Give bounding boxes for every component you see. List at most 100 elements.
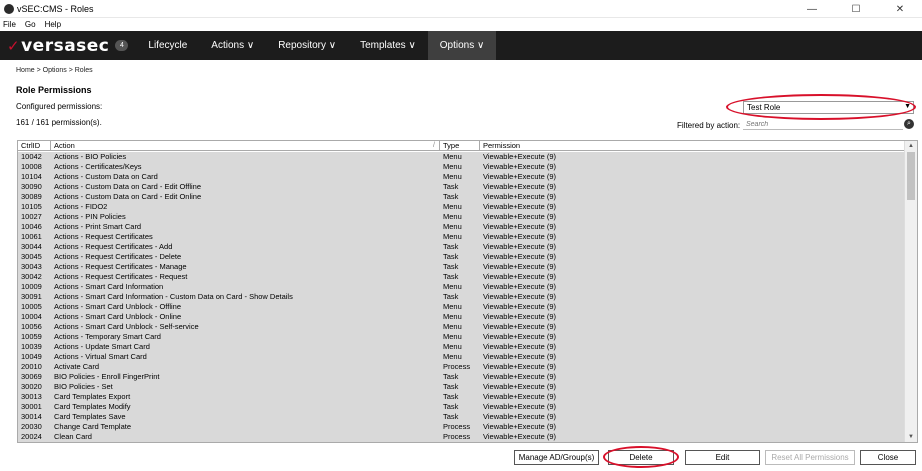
- table-row[interactable]: 10004 Actions - Smart Card Unblock - Onli…: [18, 312, 905, 322]
- table-row[interactable]: 10046 Actions - Print Smart Card Menu Viewa…: [18, 222, 905, 232]
- cell-type: Menu: [443, 312, 462, 321]
- table-row[interactable]: 10005 Actions - Smart Card Unblock - Offl…: [18, 302, 905, 312]
- role-select[interactable]: Test Role ▼: [743, 101, 914, 114]
- nav-repository[interactable]: Repository ∨: [266, 31, 348, 60]
- cell-type: Process: [443, 432, 471, 441]
- table-row[interactable]: 30090 Actions - Custom Data on Card - Edi…: [18, 182, 905, 192]
- nav-templates[interactable]: Templates ∨: [348, 31, 428, 60]
- nav-lifecycle[interactable]: Lifecycle: [136, 31, 199, 60]
- cell-type: Menu: [443, 232, 462, 241]
- cell-permission: Viewable+Execute (9): [483, 292, 557, 301]
- scroll-thumb[interactable]: [907, 152, 915, 200]
- cell-ctrlid: 10056: [21, 322, 42, 331]
- table-row[interactable]: 10039 Actions - Update Smart Card Menu View…: [18, 342, 905, 352]
- table-row[interactable]: 10105 Actions - FIDO2 Menu Viewable+Execute…: [18, 202, 905, 212]
- cell-ctrlid: 10008: [21, 162, 42, 171]
- cell-permission: Viewable+Execute (9): [483, 402, 557, 411]
- table-row[interactable]: 30042 Actions - Request Certificates - Re…: [18, 272, 905, 282]
- cell-permission: Viewable+Execute (9): [483, 152, 557, 161]
- header-action-label: Action: [54, 141, 75, 150]
- cell-action: Actions - BIO Policies: [54, 152, 127, 161]
- table-row[interactable]: 10059 Actions - Temporary Smart Card Menu V…: [18, 332, 905, 342]
- maximize-icon[interactable]: ☐: [834, 0, 878, 18]
- permissions-table: CtrlID Action / Type Permission 10042 Acti…: [17, 140, 918, 443]
- cell-action: Actions - Smart Card Unblock - Online: [54, 312, 182, 321]
- cell-ctrlid: 10049: [21, 352, 42, 361]
- cell-type: Menu: [443, 332, 462, 341]
- cell-ctrlid: 30091: [21, 292, 42, 301]
- header-permission[interactable]: Permission: [480, 141, 905, 150]
- cell-ctrlid: 30014: [21, 412, 42, 421]
- delete-button[interactable]: Delete: [608, 450, 674, 465]
- cell-ctrlid: 10005: [21, 302, 42, 311]
- logo-text: versasec: [21, 35, 110, 56]
- table-row[interactable]: 30089 Actions - Custom Data on Card - Edi…: [18, 192, 905, 202]
- table-row[interactable]: 20030 Change Card Template Process Viewable…: [18, 422, 905, 432]
- header-action[interactable]: Action /: [51, 141, 440, 150]
- table-row[interactable]: 30045 Actions - Request Certificates - De…: [18, 252, 905, 262]
- cell-ctrlid: 30089: [21, 192, 42, 201]
- cell-permission: Viewable+Execute (9): [483, 412, 557, 421]
- cell-action: Card Templates Modify: [54, 402, 131, 411]
- cell-permission: Viewable+Execute (9): [483, 222, 557, 231]
- cell-ctrlid: 30013: [21, 392, 42, 401]
- logo-mark-icon: ✓: [7, 36, 21, 55]
- nav-options[interactable]: Options ∨: [427, 31, 497, 60]
- nav-actions[interactable]: Actions ∨: [199, 31, 266, 60]
- table-row[interactable]: 20010 Activate Card Process Viewable+Execut…: [18, 362, 905, 372]
- cell-type: Menu: [443, 162, 462, 171]
- cell-action: Actions - Request Certificates - Request: [54, 272, 188, 281]
- cell-action: BIO Policies - Set: [54, 382, 113, 391]
- close-button[interactable]: Close: [860, 450, 916, 465]
- header-ctrlid[interactable]: CtrlID: [18, 141, 51, 150]
- cell-permission: Viewable+Execute (9): [483, 352, 557, 361]
- table-row[interactable]: 10056 Actions - Smart Card Unblock - Self…: [18, 322, 905, 332]
- cell-permission: Viewable+Execute (9): [483, 372, 557, 381]
- scroll-up-icon[interactable]: ▲: [905, 141, 917, 151]
- table-row[interactable]: 10061 Actions - Request Certificates Menu V…: [18, 232, 905, 242]
- cell-permission: Viewable+Execute (9): [483, 232, 557, 241]
- vertical-scrollbar[interactable]: ▲ ▼: [904, 141, 917, 442]
- menu-help[interactable]: Help: [45, 20, 61, 29]
- search-input[interactable]: [743, 119, 903, 130]
- cell-type: Menu: [443, 152, 462, 161]
- table-row[interactable]: 10027 Actions - PIN Policies Menu Viewable+…: [18, 212, 905, 222]
- menu-file[interactable]: File: [3, 20, 16, 29]
- search-icon[interactable]: ⌕: [904, 119, 914, 129]
- versasec-logo[interactable]: ✓ versasec: [7, 36, 109, 56]
- minimize-icon[interactable]: —: [790, 0, 834, 18]
- cell-action: Actions - FIDO2: [54, 202, 108, 211]
- table-row[interactable]: 30020 BIO Policies - Set Task Viewable+Exec…: [18, 382, 905, 392]
- cell-action: Actions - Certificates/Keys: [54, 162, 142, 171]
- cell-permission: Viewable+Execute (9): [483, 322, 557, 331]
- table-row[interactable]: 20024 Clean Card Process Viewable+Execute (…: [18, 432, 905, 442]
- cell-permission: Viewable+Execute (9): [483, 262, 557, 271]
- table-row[interactable]: 10008 Actions - Certificates/Keys Menu View…: [18, 162, 905, 172]
- table-row[interactable]: 10049 Actions - Virtual Smart Card Menu Vie…: [18, 352, 905, 362]
- table-row[interactable]: 10009 Actions - Smart Card Information Men…: [18, 282, 905, 292]
- manage-ad-group-button[interactable]: Manage AD/Group(s): [514, 450, 599, 465]
- cell-type: Task: [443, 242, 459, 251]
- table-row[interactable]: 10042 Actions - BIO Policies Menu Viewable+…: [18, 152, 905, 162]
- cell-type: Task: [443, 412, 459, 421]
- table-row[interactable]: 30069 BIO Policies - Enroll FingerPrint Ta…: [18, 372, 905, 382]
- table-row[interactable]: 30013 Card Templates Export Task Viewable+E…: [18, 392, 905, 402]
- table-row[interactable]: 30043 Actions - Request Certificates - Ma…: [18, 262, 905, 272]
- top-nav: ✓ versasec 4 Lifecycle Actions ∨ Reposito…: [0, 31, 922, 60]
- table-row[interactable]: 30044 Actions - Request Certificates - Ad…: [18, 242, 905, 252]
- cell-type: Process: [443, 422, 471, 431]
- cell-ctrlid: 30069: [21, 372, 42, 381]
- reset-all-permissions-button[interactable]: Reset All Permissions: [765, 450, 855, 465]
- close-icon[interactable]: ✕: [878, 0, 922, 18]
- table-row[interactable]: 30001 Card Templates Modify Task Viewable+E…: [18, 402, 905, 412]
- app-icon: [4, 3, 14, 14]
- cell-action: Actions - Request Certificates - Delete: [54, 252, 182, 261]
- table-row[interactable]: 30014 Card Templates Save Task Viewable+Exe…: [18, 412, 905, 422]
- menu-go[interactable]: Go: [25, 20, 36, 29]
- header-type[interactable]: Type: [440, 141, 480, 150]
- table-row[interactable]: 30091 Actions - Smart Card Information - …: [18, 292, 905, 302]
- scroll-down-icon[interactable]: ▼: [905, 432, 917, 442]
- edit-button[interactable]: Edit: [685, 450, 760, 465]
- notification-badge[interactable]: 4: [115, 40, 129, 51]
- table-row[interactable]: 10104 Actions - Custom Data on Card Menu Vi…: [18, 172, 905, 182]
